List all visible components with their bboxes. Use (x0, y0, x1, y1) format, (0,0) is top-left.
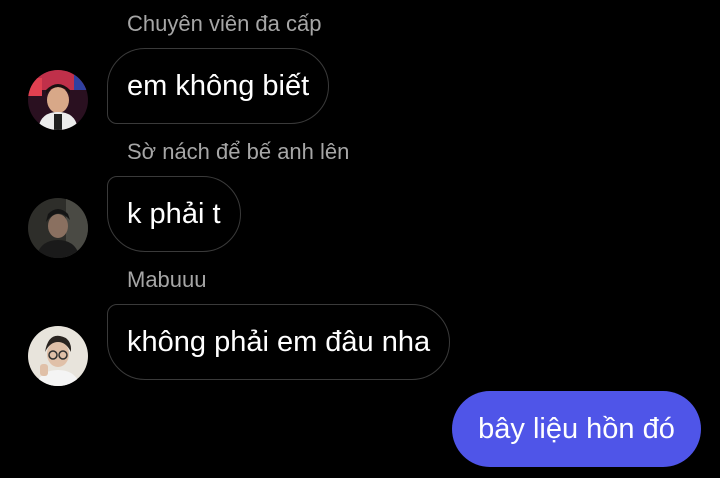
avatar-image (28, 326, 88, 386)
user-avatar-icon[interactable] (28, 70, 88, 130)
sender-name: Mabuuu (127, 267, 207, 292)
message-text: không phải em đâu nha (127, 325, 431, 358)
avatar-image (28, 70, 88, 130)
sender-name: Chuyên viên đa cấp (127, 11, 322, 36)
message-text: em không biết (127, 69, 310, 102)
message-bubble[interactable]: k phải t (107, 176, 241, 252)
user-avatar-icon[interactable] (28, 198, 88, 258)
outgoing-message-bubble[interactable]: bây liệu hồn đó (452, 391, 701, 467)
user-avatar-icon[interactable] (28, 326, 88, 386)
sender-name: Sờ nách để bế anh lên (127, 139, 350, 164)
avatar-image (28, 198, 88, 258)
message-bubble[interactable]: không phải em đâu nha (107, 304, 451, 380)
message-text: bây liệu hồn đó (478, 412, 675, 445)
message-text: k phải t (127, 197, 221, 230)
message-bubble[interactable]: em không biết (107, 48, 330, 124)
